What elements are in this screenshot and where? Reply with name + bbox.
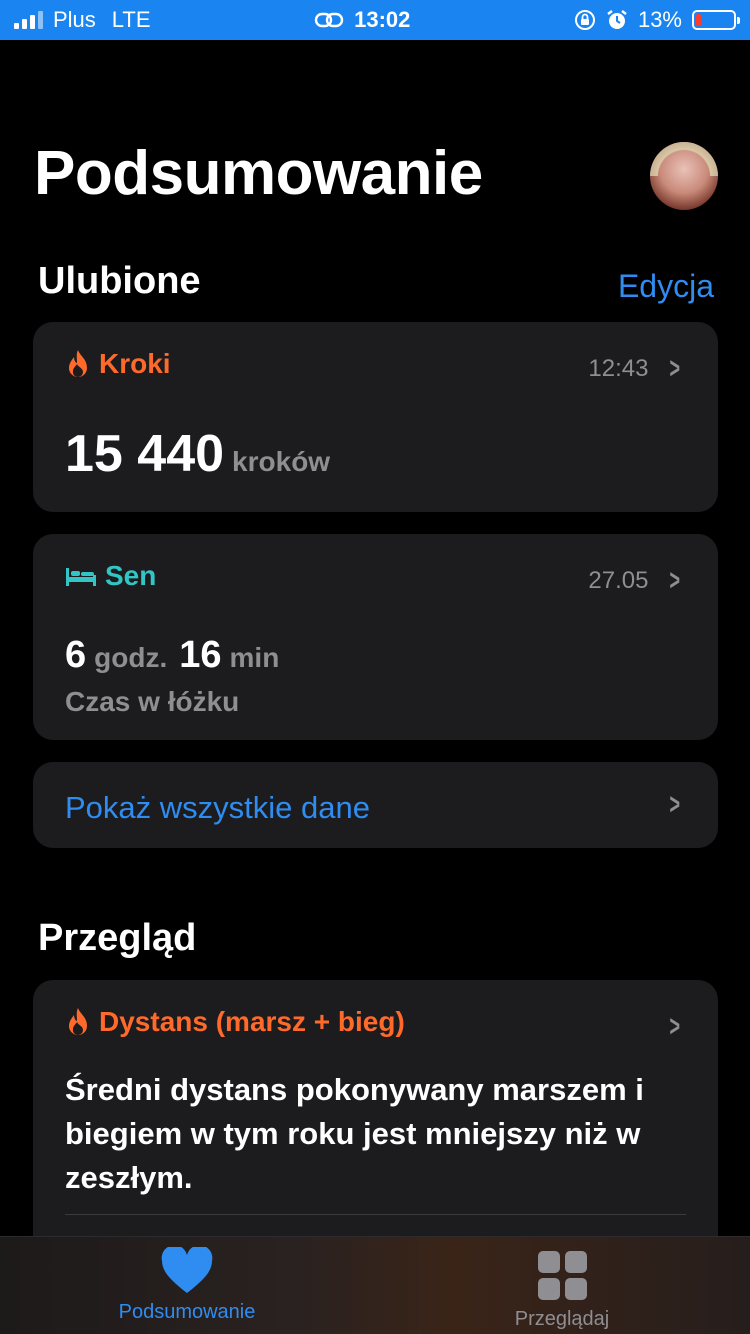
flame-icon [69, 350, 87, 378]
bed-icon [66, 568, 96, 586]
link-icon [314, 12, 344, 28]
show-all-data-label: Pokaż wszystkie dane [65, 790, 370, 825]
sleep-hours-unit: godz. [94, 642, 168, 673]
sleep-date: 27.05 [588, 567, 649, 594]
steps-value-row: 15 440 kroków [65, 424, 330, 484]
edit-button[interactable]: Edycja [618, 268, 714, 305]
sleep-title: Sen [105, 560, 157, 591]
signal-strength-icon [14, 11, 43, 29]
sleep-card[interactable]: Sen 27.05 > 6 godz. 16 min Czas w łóżku [33, 534, 718, 740]
flame-icon [69, 1008, 87, 1036]
steps-card-header: Kroki [65, 348, 171, 380]
distance-overview-card[interactable]: Dystans (marsz + bieg) > Średni dystans … [33, 980, 718, 1280]
tab-summary[interactable]: Podsumowanie [87, 1247, 287, 1324]
sleep-minutes-unit: min [229, 642, 280, 673]
distance-title: Dystans (marsz + bieg) [99, 1006, 405, 1037]
distance-meta: > [666, 1010, 684, 1044]
page-title: Podsumowanie [34, 139, 483, 208]
battery-percent: 13% [637, 7, 682, 32]
distance-card-header: Dystans (marsz + bieg) [65, 1006, 405, 1038]
sleep-minutes: 16 [179, 634, 222, 676]
sleep-caption: Czas w łóżku [65, 686, 240, 717]
grid-icon [537, 1251, 587, 1300]
steps-value: 15 440 [65, 425, 225, 483]
status-bar-left: Plus LTE [14, 7, 151, 33]
alarm-icon [607, 10, 627, 29]
steps-title: Kroki [99, 348, 171, 379]
orientation-lock-icon [574, 10, 595, 30]
overview-header: Przegląd [38, 917, 197, 959]
network-label: LTE [111, 7, 151, 32]
distance-summary: Średni dystans pokonywany marszem i bieg… [65, 1072, 644, 1195]
sleep-value-row: 6 godz. 16 min [65, 634, 279, 677]
sleep-meta: 27.05 > [588, 564, 684, 598]
chevron-right-icon: > [669, 788, 681, 821]
status-bar-right: 13% [574, 7, 740, 33]
heart-icon [161, 1247, 213, 1293]
tab-browse[interactable]: Przeglądaj [462, 1247, 662, 1331]
tab-browse-label: Przeglądaj [514, 1308, 610, 1330]
steps-unit: kroków [232, 446, 331, 477]
steps-time: 12:43 [588, 355, 649, 382]
clock-time: 13:02 [354, 7, 411, 32]
favorites-header: Ulubione [38, 260, 201, 302]
tab-summary-label: Podsumowanie [118, 1301, 256, 1323]
sleep-hours: 6 [65, 634, 87, 676]
sleep-card-header: Sen [65, 560, 156, 592]
battery-icon [692, 10, 740, 30]
chevron-right-icon: > [669, 352, 681, 385]
status-bar: Plus LTE 13:02 13% [0, 0, 750, 40]
chevron-right-icon: > [669, 1010, 681, 1043]
carrier-label: Plus [53, 7, 96, 32]
steps-meta: 12:43 > [588, 352, 684, 386]
show-all-data-button[interactable]: Pokaż wszystkie dane > [33, 762, 718, 848]
battery-level [696, 14, 701, 26]
chevron-right-icon: > [669, 564, 681, 597]
avatar[interactable] [650, 142, 718, 210]
card-divider [65, 1214, 686, 1215]
status-bar-center: 13:02 [314, 7, 410, 33]
tab-bar: Podsumowanie Przeglądaj [0, 1236, 750, 1334]
steps-card[interactable]: Kroki 12:43 > 15 440 kroków [33, 322, 718, 512]
